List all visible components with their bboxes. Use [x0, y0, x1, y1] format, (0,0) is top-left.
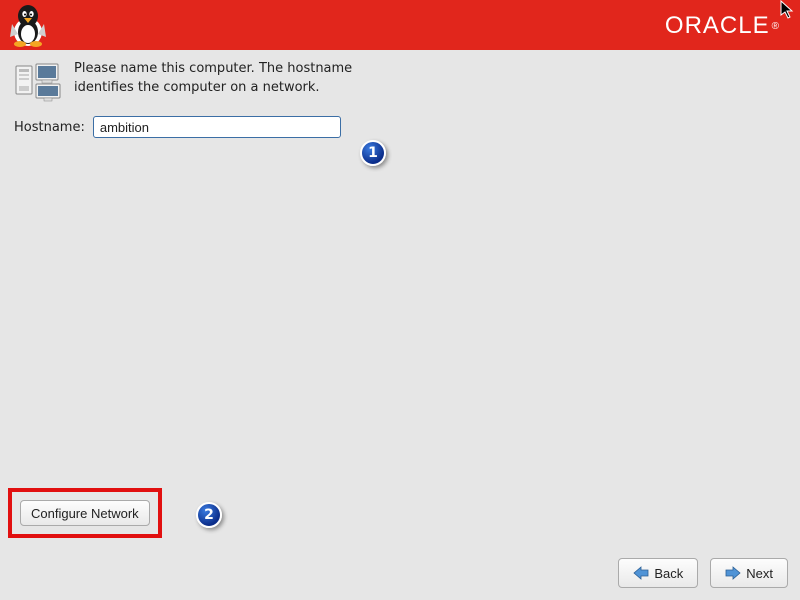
- hostname-row: Hostname:: [14, 116, 786, 138]
- nav-buttons: Back Next: [618, 558, 788, 588]
- hostname-input[interactable]: [93, 116, 341, 138]
- oracle-logo: ORACLE®: [665, 12, 780, 40]
- back-button[interactable]: Back: [618, 558, 698, 588]
- arrow-left-icon: [633, 566, 649, 580]
- brand-text: ORACLE: [665, 12, 770, 40]
- arrow-right-icon: [725, 566, 741, 580]
- header-bar: ORACLE®: [0, 0, 800, 50]
- hostname-label: Hostname:: [14, 120, 85, 135]
- intro-text: Please name this computer. The hostname …: [74, 60, 364, 98]
- next-button[interactable]: Next: [710, 558, 788, 588]
- registered-mark: ®: [772, 21, 780, 32]
- back-label: Back: [654, 566, 683, 581]
- tux-icon: [6, 2, 50, 48]
- next-label: Next: [746, 566, 773, 581]
- configure-network-label: Configure Network: [31, 506, 139, 521]
- content-area: Please name this computer. The hostname …: [0, 50, 800, 148]
- configure-network-button[interactable]: Configure Network: [20, 500, 150, 526]
- configure-network-highlight: Configure Network: [8, 488, 162, 538]
- annotation-marker-2: 2: [196, 502, 222, 528]
- intro-row: Please name this computer. The hostname …: [14, 60, 786, 104]
- computers-icon: [14, 62, 62, 104]
- annotation-marker-1: 1: [360, 140, 386, 166]
